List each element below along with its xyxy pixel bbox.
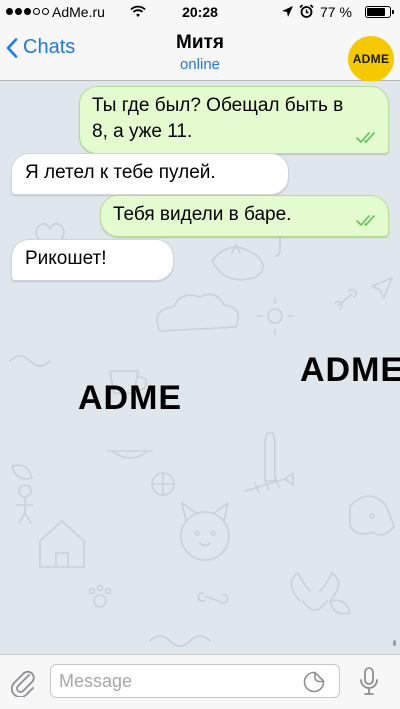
message-bubble-outgoing[interactable]: Тебя видели в баре. bbox=[100, 195, 389, 237]
battery-icon bbox=[365, 6, 394, 18]
watermark-text: ADME bbox=[78, 379, 182, 417]
double-check-icon bbox=[356, 132, 375, 143]
sticker-icon[interactable] bbox=[303, 671, 325, 693]
message-text: Ты где был? Обещал быть в 8, а уже 11. bbox=[92, 95, 344, 142]
avatar[interactable]: ADME bbox=[348, 36, 394, 82]
message-input[interactable] bbox=[50, 664, 340, 698]
location-arrow-icon bbox=[282, 6, 293, 17]
message-text: Тебя видели в баре. bbox=[113, 204, 292, 225]
message-text: Я летел к тебе пулей. bbox=[25, 162, 216, 183]
contact-status: online bbox=[179, 56, 221, 73]
watermark-text: ADME bbox=[300, 351, 400, 389]
contact-name[interactable]: Митя bbox=[0, 32, 400, 54]
message-input-bar bbox=[0, 654, 400, 709]
message-text: Рикошет! bbox=[25, 248, 107, 269]
microphone-icon[interactable] bbox=[359, 667, 379, 697]
chat-area[interactable]: ADME ADME ADME ADME Ты где был? Обещал б… bbox=[0, 81, 400, 654]
message-bubble-incoming[interactable]: Я летел к тебе пулей. bbox=[11, 153, 289, 195]
chat-header: Chats Митя online ADME bbox=[0, 24, 400, 82]
alarm-clock-icon bbox=[299, 4, 314, 18]
battery-percentage: 77 % bbox=[320, 4, 352, 20]
double-check-icon bbox=[356, 215, 375, 226]
scroll-indicator[interactable] bbox=[393, 640, 396, 646]
status-bar: AdMe.ru 20:28 77 % bbox=[0, 0, 400, 24]
message-bubble-incoming[interactable]: Рикошет! bbox=[11, 239, 174, 281]
paperclip-icon[interactable] bbox=[10, 667, 36, 697]
message-bubble-outgoing[interactable]: Ты где был? Обещал быть в 8, а уже 11. bbox=[79, 86, 389, 154]
